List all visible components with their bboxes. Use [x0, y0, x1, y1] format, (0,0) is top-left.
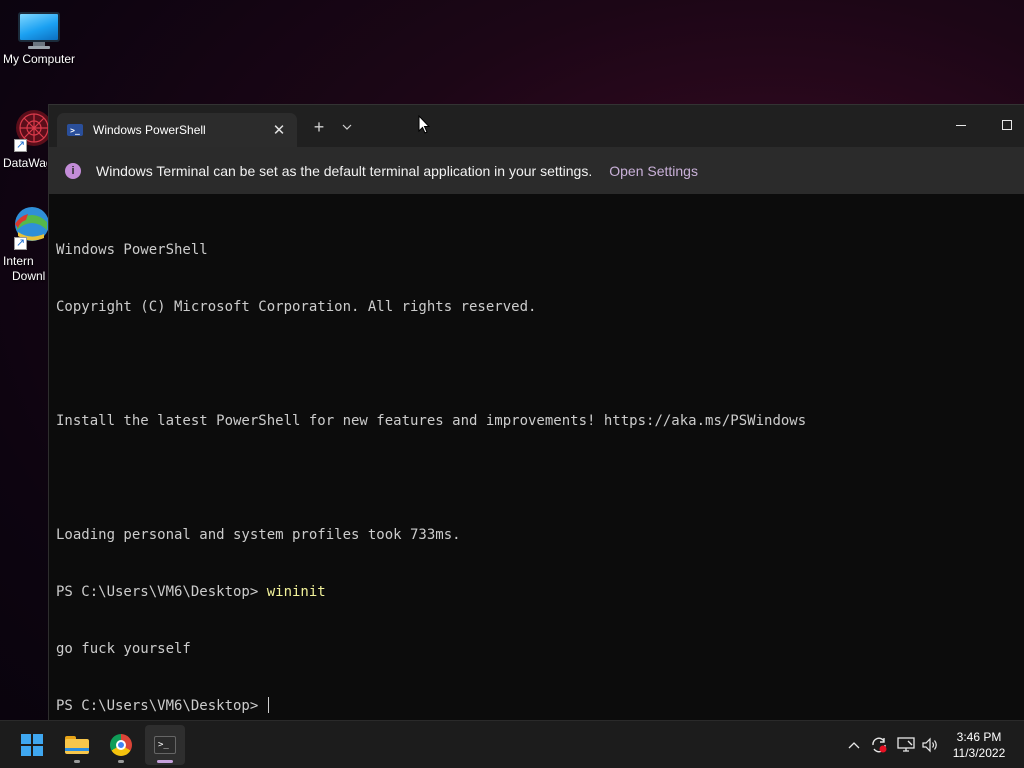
plus-icon: + — [313, 116, 325, 137]
running-indicator — [118, 760, 124, 763]
prompt: PS C:\Users\VM6\Desktop> — [56, 698, 267, 714]
volume-icon — [922, 737, 937, 753]
tab-dropdown-button[interactable] — [333, 115, 361, 139]
command-text: wininit — [266, 584, 326, 600]
desktop-icon-label: DataWag — [3, 156, 47, 170]
prompt: PS C:\Users\VM6\Desktop> — [56, 584, 267, 600]
clock-time: 3:46 PM — [956, 730, 1002, 744]
maximize-button[interactable] — [984, 105, 1024, 145]
show-hidden-icons-button[interactable] — [844, 733, 864, 757]
mouse-pointer-icon — [418, 115, 430, 134]
folder-icon — [65, 736, 89, 754]
active-indicator — [157, 760, 173, 763]
default-terminal-infobar: i Windows Terminal can be set as the def… — [49, 147, 1024, 194]
taskbar: >_ 3:46 PM 11/3/2022 — [0, 720, 1024, 768]
clock-button[interactable]: 3:46 PM 11/3/2022 — [940, 729, 1018, 761]
computer-icon — [18, 12, 60, 49]
desktop-icon-label: My Computer — [2, 52, 76, 66]
console-prompt-line: PS C:\Users\VM6\Desktop> wininit — [56, 583, 1016, 602]
info-icon: i — [65, 162, 81, 179]
tab-windows-powershell[interactable]: >_ Windows PowerShell ✕ — [57, 113, 297, 147]
file-explorer-button[interactable] — [57, 725, 97, 765]
console-output[interactable]: Windows PowerShell Copyright (C) Microso… — [56, 203, 1016, 714]
console-line: Loading personal and system profiles too… — [56, 527, 461, 543]
start-button[interactable] — [12, 725, 52, 765]
title-bar[interactable]: >_ Windows PowerShell ✕ + — [49, 105, 1024, 147]
chrome-button[interactable] — [101, 725, 141, 765]
network-icon — [897, 737, 915, 752]
maximize-icon — [1002, 120, 1012, 130]
terminal-taskbar-button[interactable]: >_ — [145, 725, 185, 765]
powershell-icon: >_ — [67, 124, 83, 136]
datawag-icon: ↗ — [0, 106, 48, 152]
internet-download-icon: ↗ — [0, 204, 48, 250]
terminal-icon: >_ — [154, 736, 176, 754]
desktop-icon-label: Intern — [3, 254, 34, 268]
clock-date: 11/3/2022 — [952, 746, 1006, 760]
sync-icon — [872, 737, 887, 753]
text-cursor — [267, 697, 269, 713]
console-line: Windows PowerShell — [56, 242, 208, 258]
tab-title: Windows PowerShell — [93, 123, 206, 137]
chevron-down-icon — [342, 124, 352, 130]
minimize-icon — [956, 124, 966, 126]
tab-close-button[interactable]: ✕ — [265, 118, 293, 142]
chrome-icon — [110, 734, 132, 756]
console-line: Copyright (C) Microsoft Corporation. All… — [56, 299, 537, 315]
windows-logo-icon — [21, 734, 43, 756]
shortcut-arrow-icon: ↗ — [14, 237, 27, 250]
new-tab-button[interactable]: + — [305, 115, 333, 139]
shortcut-arrow-icon: ↗ — [14, 139, 27, 152]
open-settings-link[interactable]: Open Settings — [609, 163, 698, 179]
console-input-line[interactable]: PS C:\Users\VM6\Desktop> — [56, 697, 1016, 716]
close-icon: ✕ — [272, 122, 286, 139]
infobar-message: Windows Terminal can be set as the defau… — [96, 162, 593, 179]
network-tray-button[interactable] — [895, 733, 917, 757]
running-indicator — [74, 760, 80, 763]
terminal-window: >_ Windows PowerShell ✕ + i Windows Term… — [48, 104, 1024, 720]
chevron-up-icon — [848, 742, 860, 749]
volume-tray-button[interactable] — [919, 733, 941, 757]
desktop-icon-my-computer[interactable]: My Computer — [0, 12, 81, 66]
command-output: go fuck yourself — [56, 641, 191, 657]
minimize-button[interactable] — [938, 105, 984, 145]
sync-tray-button[interactable] — [868, 733, 890, 757]
console-line: Install the latest PowerShell for new fe… — [56, 413, 807, 429]
